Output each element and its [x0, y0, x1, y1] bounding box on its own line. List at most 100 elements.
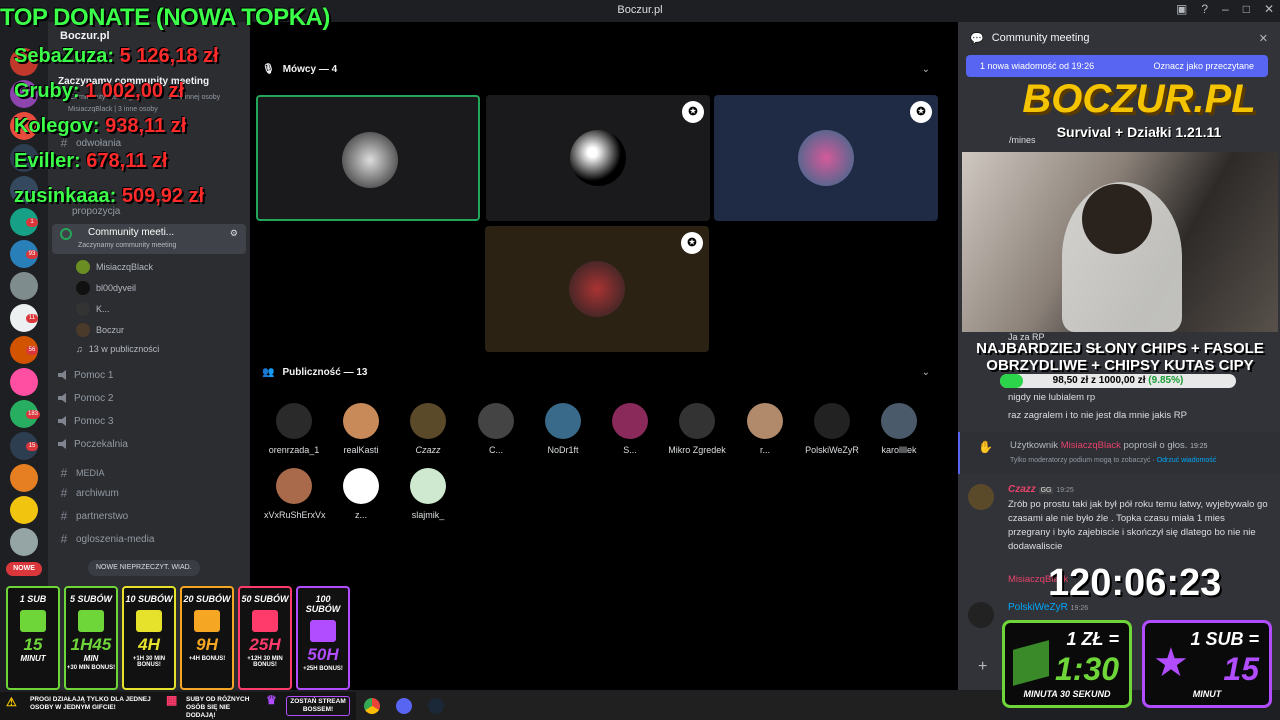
- speaker-tile[interactable]: ✪: [485, 226, 709, 352]
- goal-value: 1H45: [70, 635, 112, 654]
- audience-member[interactable]: z...: [331, 468, 391, 520]
- channel-ogloszenia-media[interactable]: # ogloszenia-media: [58, 530, 155, 548]
- help-icon[interactable]: ?: [1201, 2, 1208, 16]
- star-icon: ★: [1153, 641, 1189, 685]
- unread-pill[interactable]: NOWE NIEPRZECZYT. WIAD.: [88, 560, 200, 576]
- mark-read-button[interactable]: Oznacz jako przeczytane: [1153, 61, 1254, 71]
- speaker-icon: [58, 370, 66, 380]
- audience-member[interactable]: realKasti: [331, 403, 391, 455]
- channel-partnerstwo[interactable]: # partnerstwo: [58, 507, 129, 525]
- speaker-icon: [58, 393, 66, 403]
- donation-progress-bar: 98,50 zł z 1000,00 zł (9.85%): [1000, 374, 1236, 388]
- active-stage-channel[interactable]: Community meeti... Zaczynamy community m…: [52, 224, 246, 254]
- speaker-tile[interactable]: ✪: [714, 95, 938, 221]
- avatar[interactable]: [968, 484, 994, 510]
- discord-icon[interactable]: [396, 698, 412, 714]
- voice-channel[interactable]: Pomoc 1: [58, 366, 113, 384]
- goal-value: 25H: [249, 635, 281, 654]
- headphones-shape: [1082, 184, 1152, 254]
- maximize-button[interactable]: □: [1243, 2, 1250, 16]
- voice-channel[interactable]: Poczekalnia: [58, 435, 128, 453]
- chevron-down-icon[interactable]: ⌄: [922, 367, 930, 378]
- stage-actions-icon[interactable]: ⚙: [230, 228, 238, 239]
- server-icon[interactable]: [10, 272, 38, 300]
- server-banner: BOCZUR.PL Survival + Działki 1.21.11: [1008, 78, 1270, 150]
- crown-icon: ♛: [266, 693, 277, 707]
- new-messages-bar[interactable]: 1 nowa wiadomość od 19:26 Oznacz jako pr…: [966, 55, 1268, 77]
- timestamp: 19:25: [1190, 443, 1208, 450]
- member-name: xVxRuShErxVx: [264, 510, 326, 520]
- audience-member[interactable]: xVxRuShErxVx: [264, 468, 326, 520]
- avatar: [76, 323, 90, 337]
- stage-user[interactable]: MisiaczqBlack: [76, 260, 153, 274]
- stage-user[interactable]: K...: [76, 302, 110, 316]
- gift-icon: [252, 610, 278, 632]
- server-icon[interactable]: [10, 368, 38, 396]
- audience-member[interactable]: S...: [600, 403, 660, 455]
- steam-icon[interactable]: [428, 698, 444, 714]
- avatar: [76, 281, 90, 295]
- minimize-button[interactable]: –: [1222, 2, 1229, 16]
- avatar: [76, 260, 90, 274]
- message-text: Zrób po prostu taki jak był pół roku tem…: [1008, 499, 1268, 552]
- audience-count[interactable]: ♫ 13 w publiczności: [76, 344, 159, 354]
- gift-icon: [78, 610, 104, 632]
- member-name: z...: [354, 510, 367, 520]
- channel-label: partnerstwo: [76, 510, 129, 522]
- unread-badge: 11: [26, 314, 38, 323]
- dismiss-link[interactable]: Odrzuć wiadomość: [1157, 457, 1217, 464]
- stage-channel-label: Community meeti...: [88, 227, 175, 238]
- speaker-tile[interactable]: [256, 95, 480, 221]
- audience-member[interactable]: Mikro Zgredek: [667, 403, 727, 455]
- webcam-feed: [962, 152, 1278, 332]
- server-icon[interactable]: [10, 528, 38, 556]
- gift-icon: [310, 620, 336, 642]
- speakers-header[interactable]: 🎙 Mówcy — 4: [262, 64, 337, 75]
- audience-member[interactable]: slajmik_: [398, 468, 458, 520]
- goal-head: 10 SUBÓW: [125, 594, 173, 604]
- unread-badge: 1: [26, 218, 38, 227]
- chat-icon: 💬: [970, 32, 984, 45]
- server-icon[interactable]: [10, 464, 38, 492]
- audience-member[interactable]: NoDr1ft: [533, 403, 593, 455]
- channel-label: Pomoc 3: [74, 415, 114, 427]
- system-user[interactable]: MisiaczqBlack: [1061, 440, 1121, 451]
- voice-channel[interactable]: Pomoc 3: [58, 412, 113, 430]
- audience-member[interactable]: r...: [735, 403, 795, 455]
- goal-head: 50 SUBÓW: [241, 594, 289, 604]
- audience-member[interactable]: karollllek: [869, 403, 929, 455]
- chrome-icon[interactable]: [364, 698, 380, 714]
- gift-icon: ▦: [166, 693, 178, 707]
- bottom-info-strip: ⚠ PROGI DZIAŁAJĄ TYLKO DLA JEDNEJ OSOBY …: [0, 692, 356, 720]
- member-name: Mikro Zgredek: [668, 445, 726, 455]
- add-attachment-icon[interactable]: +: [978, 658, 987, 676]
- voice-channel[interactable]: Pomoc 2: [58, 389, 113, 407]
- sub-goal-card: 5 SUBÓW 1H45 MIN +30 MIN BONUS!: [64, 586, 118, 690]
- window-controls: ▣ ? – □ ✕: [1176, 2, 1274, 16]
- audience-member[interactable]: orenrzada_1: [264, 403, 324, 455]
- close-icon[interactable]: ✕: [1259, 32, 1268, 45]
- avatar[interactable]: [968, 602, 994, 628]
- audience-member[interactable]: Czazz: [398, 403, 458, 455]
- inbox-icon[interactable]: ▣: [1176, 2, 1187, 16]
- channel-label: Poczekalnia: [74, 438, 128, 450]
- timestamp: 19:26: [1070, 605, 1089, 612]
- message-text: raz zagralem i to nie jest dla mnie jaki…: [1008, 410, 1187, 421]
- stage-user[interactable]: bl00dyveil: [76, 281, 136, 295]
- server-icon[interactable]: [10, 496, 38, 524]
- new-badge[interactable]: NOWE: [6, 562, 42, 576]
- promo-overlay: NAJBARDZIEJ SŁONY CHIPS + FASOLE OBRZYDL…: [970, 340, 1270, 388]
- category-media[interactable]: # MEDIA: [58, 464, 105, 482]
- speaker-tile[interactable]: ✪: [486, 95, 710, 221]
- moderator-icon: ✪: [681, 232, 703, 254]
- audience-member[interactable]: PolskiWeZyR: [802, 403, 862, 455]
- sub-goal-card: 1 SUB 15 MINUT: [6, 586, 60, 690]
- audience-header[interactable]: 👥 Publiczność — 13: [262, 367, 367, 378]
- audience-member[interactable]: C...: [466, 403, 526, 455]
- close-button[interactable]: ✕: [1264, 2, 1274, 16]
- channel-label: Pomoc 1: [74, 369, 114, 381]
- author-name[interactable]: Czazz: [1008, 484, 1036, 495]
- chevron-down-icon[interactable]: ⌄: [922, 64, 930, 75]
- channel-archiwum[interactable]: # archiwum: [58, 484, 119, 502]
- stage-user[interactable]: Boczur: [76, 323, 124, 337]
